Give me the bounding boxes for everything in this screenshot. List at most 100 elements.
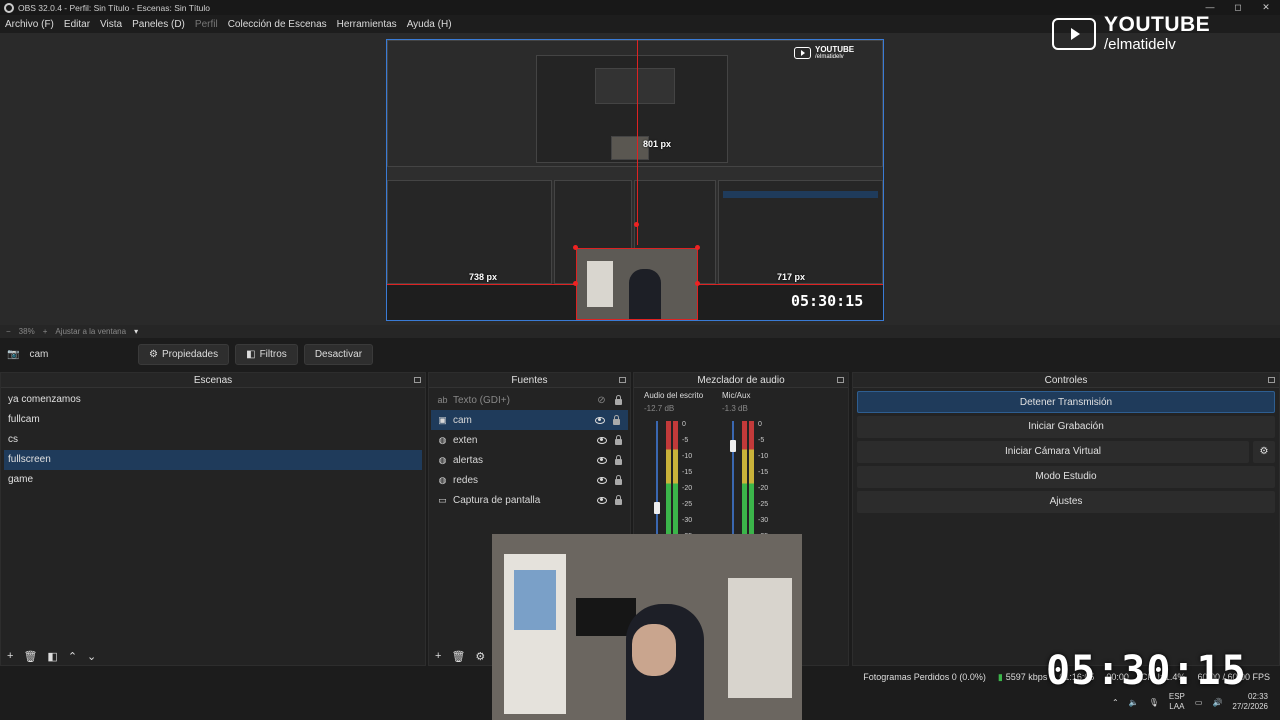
selected-cam-source[interactable] — [576, 248, 698, 320]
sources-dock-header: Fuentes — [429, 373, 630, 388]
scene-item[interactable]: ya comenzamos — [1, 390, 425, 410]
mixer-channel-mic: Mic/Aux -1.3 dB — [722, 391, 792, 413]
menu-tools[interactable]: Herramientas — [337, 19, 397, 30]
filter-icon[interactable]: ◧ — [47, 650, 57, 663]
clock[interactable]: 02:33 27/2/2026 — [1232, 692, 1268, 712]
volume-fader-knob[interactable] — [730, 440, 736, 453]
obs-logo-icon — [4, 2, 14, 13]
undock-icon[interactable] — [1268, 377, 1275, 383]
microphone-icon[interactable]: 🎙 — [1149, 698, 1159, 707]
eye-hidden-icon[interactable]: ⊘ — [596, 395, 607, 406]
monitor-icon[interactable]: ▭ — [1195, 698, 1203, 707]
cam-door — [587, 261, 613, 307]
trash-icon[interactable]: 🗑 — [451, 650, 465, 663]
meter-scale-label: -15 — [758, 469, 769, 476]
properties-label: Propiedades — [161, 348, 219, 360]
menu-profile: Perfil — [194, 18, 218, 30]
lock-icon[interactable] — [613, 434, 624, 446]
volume-fader-knob[interactable] — [654, 501, 660, 514]
menu-edit[interactable]: Editar — [64, 19, 90, 30]
lock-icon[interactable] — [613, 394, 624, 406]
lock-icon[interactable] — [613, 494, 624, 506]
close-button[interactable]: ✕ — [1252, 0, 1280, 15]
zoom-out-button[interactable]: − — [6, 327, 11, 336]
properties-button[interactable]: ⚙ Propiedades — [138, 343, 230, 365]
menu-view[interactable]: Vista — [100, 19, 122, 30]
bitrate: 5597 kbps — [1005, 672, 1048, 682]
resize-handle[interactable] — [573, 281, 578, 286]
guide-top-label: 801 px — [643, 139, 672, 149]
scene-item[interactable]: fullcam — [1, 410, 425, 430]
youtube-overlay: YOUTUBE /elmatidelv — [1052, 14, 1210, 53]
menu-file[interactable]: Archivo (F) — [5, 19, 54, 30]
undock-icon[interactable] — [414, 377, 421, 383]
webcam-overlay — [492, 534, 802, 720]
source-item[interactable]: ◍ alertas — [429, 450, 630, 470]
resize-handle[interactable] — [695, 281, 700, 286]
meter-scale-label: -20 — [758, 485, 769, 492]
menu-help[interactable]: Ayuda (H) — [407, 19, 452, 30]
stop-streaming-button[interactable]: Detener Transmisión — [857, 391, 1275, 413]
chevron-up-icon[interactable]: ⌃ — [68, 650, 77, 663]
gear-icon[interactable]: ⚙ — [475, 650, 485, 663]
lock-icon[interactable] — [613, 454, 624, 466]
speaker-icon[interactable]: 🔊 — [1212, 698, 1222, 707]
volume-fader-track[interactable] — [656, 421, 658, 535]
add-icon[interactable]: + — [435, 650, 441, 662]
filters-button[interactable]: ◧ Filtros — [235, 343, 298, 365]
resize-handle[interactable] — [695, 245, 700, 250]
trash-icon[interactable]: 🗑 — [23, 650, 37, 663]
undock-icon[interactable] — [837, 377, 844, 383]
preview-canvas[interactable]: YOUTUBE /elmatidelv 801 px 738 px 717 px… — [386, 39, 884, 321]
guide-vertical — [637, 40, 638, 245]
chevron-up-icon[interactable]: ⌃ — [1112, 698, 1119, 707]
source-item[interactable]: ab Texto (GDI+) ⊘ — [429, 390, 630, 410]
start-virtual-camera-button[interactable]: Iniciar Cámara Virtual — [857, 441, 1249, 463]
meter-scale-label: -5 — [758, 437, 765, 444]
controls-title: Controles — [1044, 375, 1088, 386]
virtual-camera-settings-button[interactable]: ⚙ — [1253, 441, 1275, 463]
settings-button[interactable]: Ajustes — [857, 491, 1275, 513]
start-recording-button[interactable]: Iniciar Grabación — [857, 416, 1275, 438]
eye-icon[interactable] — [596, 495, 607, 506]
scene-item[interactable]: cs — [1, 430, 425, 450]
source-item[interactable]: ◍ redes — [429, 470, 630, 490]
lock-icon[interactable] — [613, 474, 624, 486]
eye-icon[interactable] — [596, 475, 607, 486]
language-indicator[interactable]: ESP LAA — [1169, 692, 1185, 712]
mixer-channel-desktop: Audio del escrito -12.7 dB — [644, 391, 714, 413]
eye-icon[interactable] — [594, 415, 605, 426]
undock-icon[interactable] — [619, 377, 626, 383]
deactivate-button[interactable]: Desactivar — [303, 343, 374, 365]
volume-icon[interactable]: 🔈 — [1129, 698, 1139, 707]
eye-icon[interactable] — [596, 455, 607, 466]
menu-scene-collection[interactable]: Colección de Escenas — [228, 19, 327, 30]
zoom-dropdown-icon[interactable]: ▾ — [134, 327, 138, 336]
volume-fader-track[interactable] — [732, 421, 734, 535]
eye-icon[interactable] — [596, 435, 607, 446]
cam-person — [629, 269, 661, 319]
browser-icon: ◍ — [438, 434, 447, 445]
scene-item-selected[interactable]: fullscreen — [4, 450, 422, 470]
lock-icon[interactable] — [611, 414, 622, 426]
studio-mode-button[interactable]: Modo Estudio — [857, 466, 1275, 488]
source-item[interactable]: ▭ Captura de pantalla — [429, 490, 630, 510]
meter-scale-label: -10 — [682, 453, 693, 460]
menu-docks[interactable]: Paneles (D) — [132, 19, 185, 30]
bitrate-indicator: ▮ 5597 kbps — [998, 672, 1048, 683]
maximize-button[interactable]: ◻ — [1224, 0, 1252, 15]
fit-to-window[interactable]: Ajustar a la ventana — [55, 327, 126, 336]
source-item-selected[interactable]: ▣ cam — [431, 410, 628, 430]
gear-icon: ⚙ — [1259, 446, 1269, 457]
zoom-in-button[interactable]: + — [43, 327, 48, 336]
source-item[interactable]: ◍ exten — [429, 430, 630, 450]
zoom-bar: − 38% + Ajustar a la ventana ▾ — [0, 325, 1280, 338]
add-icon[interactable]: + — [7, 650, 13, 662]
scene-item[interactable]: game — [1, 470, 425, 490]
clock-time: 02:33 — [1247, 692, 1268, 701]
scenes-footer: + 🗑 ◧ ⌃ ⌄ — [1, 647, 425, 665]
chevron-down-icon[interactable]: ⌄ — [87, 650, 96, 663]
channel-name: Mic/Aux — [722, 391, 751, 400]
resize-handle[interactable] — [573, 245, 578, 250]
rotate-handle[interactable] — [634, 222, 639, 227]
